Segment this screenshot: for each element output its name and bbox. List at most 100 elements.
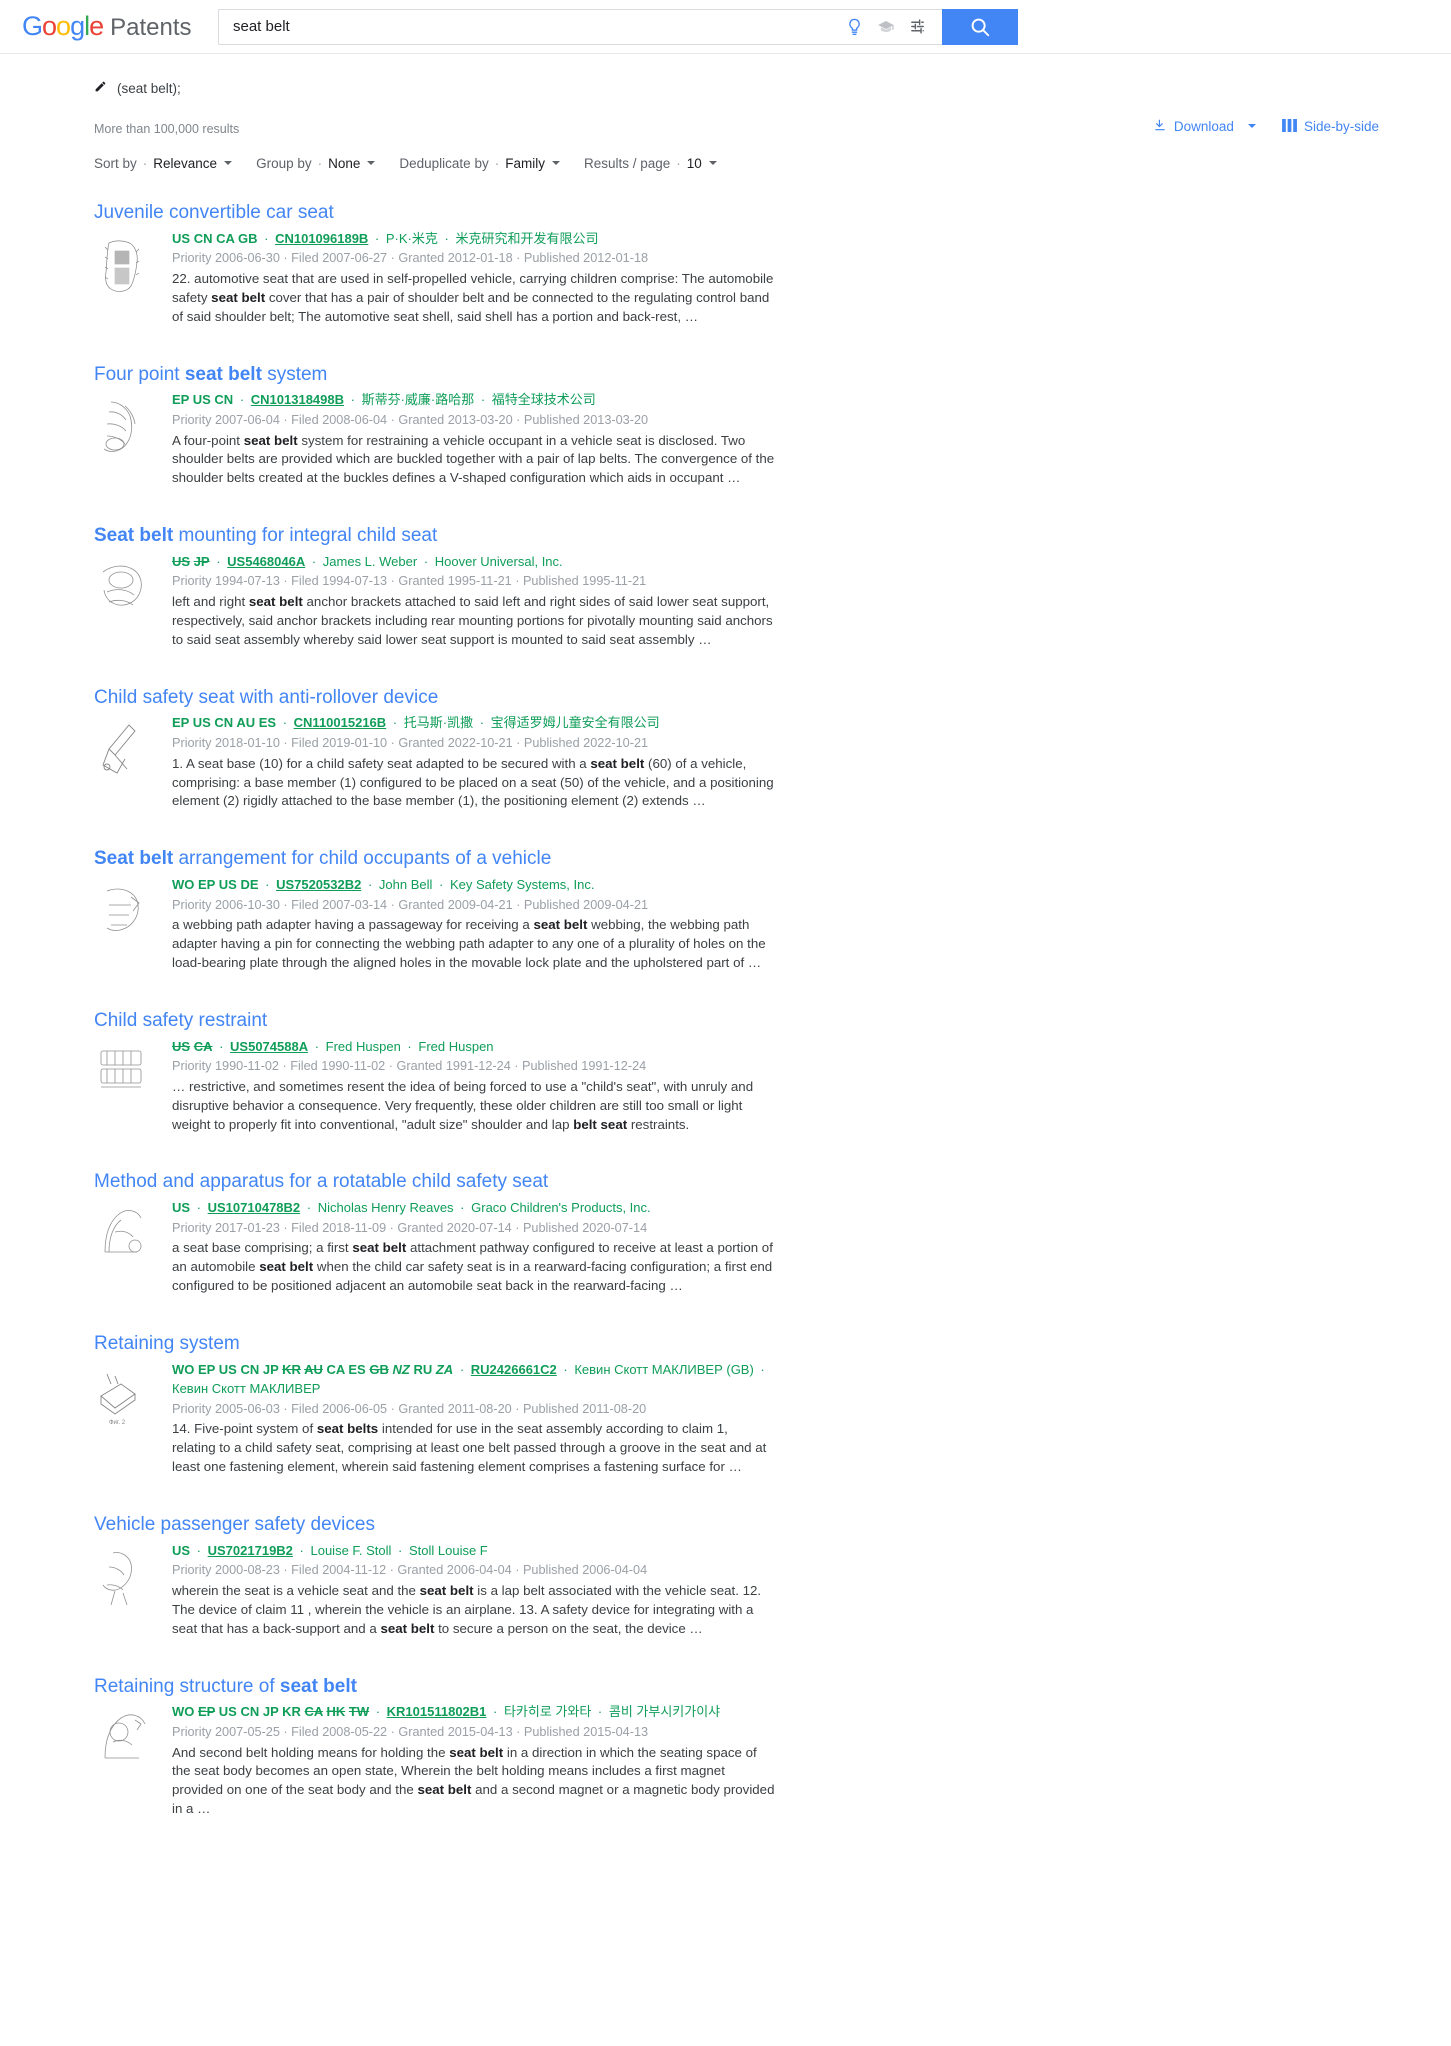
patent-number-link[interactable]: US10710478B2 [208,1200,301,1215]
separator-dot: · [371,230,383,246]
result-person-or-assignee: 宝得适罗姆儿童安全有限公司 [490,715,660,731]
chevron-down-icon[interactable] [1247,123,1256,128]
download-button[interactable]: Download [1153,118,1256,135]
patent-number-link[interactable]: CN110015216B [294,715,387,730]
country-code: AU [304,1361,323,1377]
search-result-item: Child safety restraint US CA · US5074588… [0,1009,1451,1135]
sort-filter-bar: Sort by · Relevance Group by · None Dedu… [94,156,1451,171]
result-dates: Priority 2000-08-23 · Filed 2004-11-12 ·… [172,1563,648,1578]
patent-number-link[interactable]: US7520532B2 [276,877,361,892]
separator-dot: · [215,1038,228,1054]
patent-number-link[interactable]: CN101096189B [275,231,368,246]
result-dates: Priority 2017-01-23 · Filed 2018-11-09 ·… [172,1220,648,1235]
result-title-link[interactable]: Retaining system [94,1332,1451,1356]
sort-by-group: Sort by · Relevance [94,156,233,171]
side-by-side-button[interactable]: Side-by-side [1282,118,1379,135]
result-person-or-assignee: Fred Huspen [418,1038,494,1054]
result-person-or-assignee: Graco Children's Products, Inc. [471,1200,651,1216]
patent-number-link[interactable]: US5074588A [230,1039,308,1054]
tune-icon[interactable] [909,18,926,35]
deduplicate-by-value[interactable]: Family [505,156,545,171]
country-code: US [218,877,237,892]
country-code: GB [238,230,258,246]
patent-thumbnail[interactable] [94,552,154,650]
result-title-link[interactable]: Method and apparatus for a rotatable chi… [94,1170,1451,1194]
pencil-icon[interactable] [94,80,107,96]
result-meta-line: US · US7021719B2 · Louise F. Stoll · Sto… [172,1541,775,1561]
patent-thumbnail[interactable]: Фиг. 2 [94,1360,154,1477]
separator-dot: · [676,156,681,171]
chevron-down-icon[interactable] [551,160,560,165]
result-title-link[interactable]: Four point seat belt system [94,363,1451,387]
results-per-page-value[interactable]: 10 [687,156,702,171]
result-meta-line: US JP · US5468046A · James L. Weber · Ho… [172,552,775,572]
result-snippet: … restrictive, and sometimes resent the … [172,1078,754,1132]
search-result-item: Method and apparatus for a rotatable chi… [0,1170,1451,1296]
search-submit-button[interactable] [942,8,1018,45]
separator-dot: · [193,1200,205,1216]
patent-thumbnail[interactable] [94,713,154,811]
chevron-down-icon[interactable] [367,160,376,165]
patent-number-link[interactable]: RU2426661C2 [471,1362,557,1377]
lightbulb-icon[interactable] [846,17,863,36]
patent-thumbnail[interactable] [94,875,154,973]
result-title-link[interactable]: Retaining structure of seat belt [94,1675,1451,1699]
scholar-icon[interactable] [876,18,896,36]
country-code: CN [214,392,234,408]
patent-thumbnail[interactable] [94,390,154,488]
patent-thumbnail[interactable] [94,1037,154,1135]
result-title-link[interactable]: Child safety seat with anti-rollover dev… [94,686,1451,710]
search-input[interactable] [219,9,846,44]
group-by-label: Group by [256,156,312,171]
result-dates: Priority 2007-05-25 · Filed 2008-05-22 ·… [172,1724,649,1739]
result-title-link[interactable]: Vehicle passenger safety devices [94,1513,1451,1537]
result-snippet: 14. Five-point system of seat belts inte… [172,1421,767,1475]
patent-number-link[interactable]: US5468046A [227,554,305,569]
patent-thumbnail[interactable] [94,1702,154,1819]
separator-dot: · [494,156,500,171]
group-by-value[interactable]: None [328,156,360,171]
patent-thumbnail[interactable] [94,229,154,327]
result-title-link[interactable]: Seat belt mounting for integral child se… [94,524,1451,548]
separator-dot: · [756,1361,765,1377]
separator-dot: · [489,1704,501,1720]
separator-dot: · [456,1200,469,1216]
result-snippet: left and right seat belt anchor brackets… [172,594,773,647]
separator-dot: · [303,1200,315,1216]
chevron-down-icon[interactable] [224,160,233,165]
country-code: US [192,392,211,408]
separator-dot: · [435,877,447,892]
search-result-item: Seat belt arrangement for child occupant… [0,847,1451,973]
patent-number-link[interactable]: US7021719B2 [208,1543,293,1558]
country-code: US [172,1038,191,1054]
result-snippet: 1. A seat base (10) for a child safety s… [172,755,774,809]
results-per-page-group: Results / page · 10 [584,156,717,171]
country-code: JP [262,1704,279,1720]
country-code: EP [198,1361,216,1377]
sort-by-value[interactable]: Relevance [153,156,217,171]
chevron-down-icon[interactable] [708,160,717,165]
search-result-item: Retaining structure of seat belt WO EP U… [0,1675,1451,1819]
result-person-or-assignee: 타카히로 가와타 [503,1704,592,1720]
patent-number-link[interactable]: KR101511802B1 [387,1704,487,1719]
result-title-link[interactable]: Child safety restraint [94,1009,1451,1033]
country-code: JP [193,553,210,569]
result-person-or-assignee: P·K·米克 [385,230,438,246]
separator-dot: · [317,156,323,171]
result-title-link[interactable]: Seat belt arrangement for child occupant… [94,847,1451,871]
separator-dot: · [308,553,320,569]
patent-thumbnail[interactable] [94,1198,154,1296]
country-code: KR [282,1704,301,1720]
patent-thumbnail[interactable] [94,1541,154,1639]
result-dates: Priority 2005-06-03 · Filed 2006-06-05 ·… [172,1401,647,1416]
result-title-link[interactable]: Juvenile convertible car seat [94,201,1451,225]
svg-text:Фиг. 2: Фиг. 2 [109,1420,126,1426]
result-meta-line: US · US10710478B2 · Nicholas Henry Reave… [172,1198,775,1218]
country-code: GB [369,1361,389,1377]
country-code: ES [348,1361,366,1377]
result-dates: Priority 2007-06-04 · Filed 2008-06-04 ·… [172,412,649,427]
google-patents-logo[interactable]: Google Patents [22,11,192,42]
result-person-or-assignee: 斯蒂芬·威廉·路哈那 [361,392,475,408]
patent-number-link[interactable]: CN101318498B [251,392,344,407]
result-person-or-assignee: Stoll Louise F [408,1542,488,1558]
